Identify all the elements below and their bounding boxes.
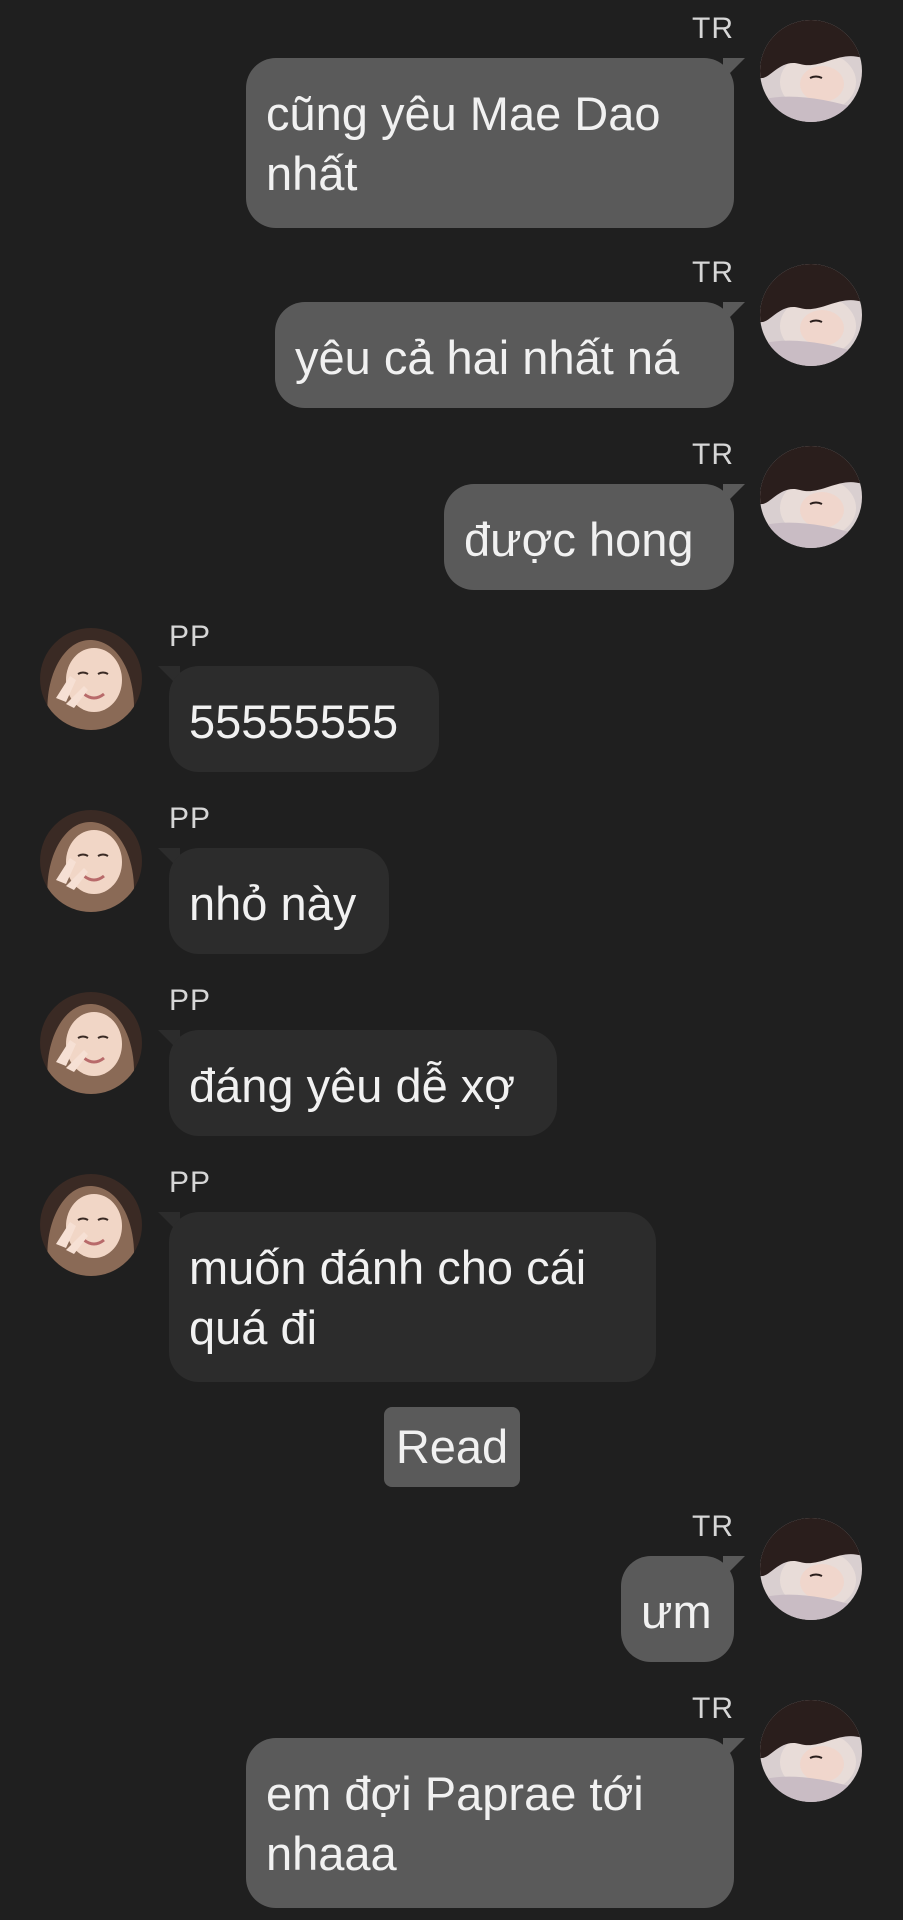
- avatar-photo-tr-icon: [760, 446, 862, 548]
- message-bubble[interactable]: muốn đánh cho cái quá đi: [169, 1212, 656, 1382]
- avatar[interactable]: [760, 264, 862, 366]
- message-row: TR được hong: [0, 438, 903, 590]
- message-row: TR ưm: [0, 1510, 903, 1662]
- sender-name: PP: [169, 802, 212, 835]
- message-bubble[interactable]: được hong: [444, 484, 734, 590]
- message-text-line: em đợi Paprae tới: [266, 1767, 644, 1820]
- avatar-photo-tr-icon: [760, 264, 862, 366]
- message-text-line: nhất: [266, 147, 358, 200]
- sender-name: TR: [692, 1692, 734, 1725]
- message-text-line: cũng yêu Mae Dao: [266, 87, 661, 140]
- message-row: PP 55555555: [0, 620, 903, 772]
- message-text: ưm: [641, 1585, 712, 1638]
- avatar[interactable]: [760, 1518, 862, 1620]
- message-row: PP đáng yêu dễ xợ: [0, 984, 903, 1136]
- avatar-photo-pp-icon: [40, 992, 142, 1094]
- avatar-photo-tr-icon: [760, 1700, 862, 1802]
- sender-name: PP: [169, 984, 212, 1017]
- message-text: 55555555: [189, 695, 399, 748]
- message-text-line: quá đi: [189, 1301, 318, 1354]
- sender-name: TR: [692, 256, 734, 289]
- sender-name: TR: [692, 438, 734, 471]
- avatar-photo-pp-icon: [40, 810, 142, 912]
- message-text-line: nhaaa: [266, 1827, 397, 1880]
- message-text: yêu cả hai nhất ná: [295, 331, 680, 384]
- message-bubble[interactable]: yêu cả hai nhất ná: [275, 302, 734, 408]
- avatar-photo-tr-icon: [760, 1518, 862, 1620]
- message-bubble[interactable]: đáng yêu dễ xợ: [169, 1030, 557, 1136]
- message-bubble[interactable]: em đợi Paprae tới nhaaa: [246, 1738, 734, 1908]
- avatar[interactable]: [760, 20, 862, 122]
- read-status-badge: Read: [384, 1407, 520, 1487]
- avatar-photo-pp-icon: [40, 628, 142, 730]
- message-text: được hong: [464, 513, 694, 566]
- message-bubble[interactable]: cũng yêu Mae Dao nhất: [246, 58, 734, 228]
- avatar[interactable]: [40, 628, 142, 730]
- sender-name: TR: [692, 12, 734, 45]
- avatar[interactable]: [760, 1700, 862, 1802]
- avatar[interactable]: [40, 810, 142, 912]
- avatar[interactable]: [760, 446, 862, 548]
- message-text: nhỏ này: [189, 877, 357, 930]
- message-bubble[interactable]: 55555555: [169, 666, 439, 772]
- message-text-line: muốn đánh cho cái: [189, 1241, 587, 1294]
- avatar[interactable]: [40, 992, 142, 1094]
- message-bubble[interactable]: nhỏ này: [169, 848, 389, 954]
- message-row: TR yêu cả hai nhất ná: [0, 256, 903, 408]
- message-row: PP nhỏ này: [0, 802, 903, 954]
- message-row: PP muốn đánh cho cái quá đi: [0, 1166, 903, 1382]
- message-row: TR em đợi Paprae tới nhaaa: [0, 1692, 903, 1908]
- message-text: đáng yêu dễ xợ: [189, 1059, 516, 1112]
- sender-name: PP: [169, 620, 212, 653]
- avatar-photo-pp-icon: [40, 1174, 142, 1276]
- message-row: TR cũng yêu Mae Dao nhất: [0, 12, 903, 228]
- avatar[interactable]: [40, 1174, 142, 1276]
- sender-name: TR: [692, 1510, 734, 1543]
- avatar-photo-tr-icon: [760, 20, 862, 122]
- message-bubble[interactable]: ưm: [621, 1556, 734, 1662]
- sender-name: PP: [169, 1166, 212, 1199]
